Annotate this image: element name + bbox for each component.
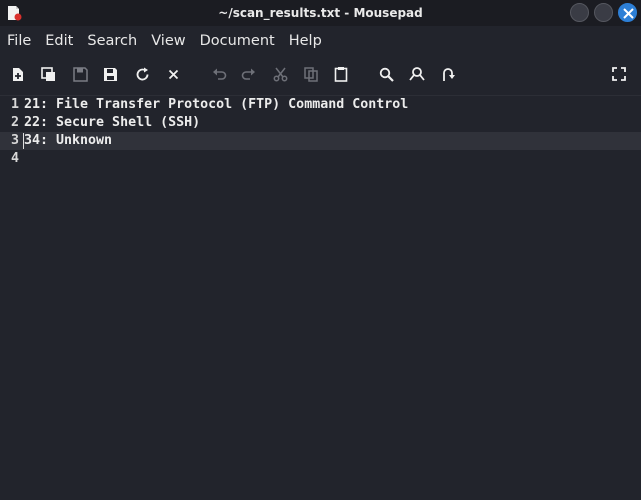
line-number: 1 [11,97,20,112]
toolbar [0,56,641,96]
editor-line-current: 3 34: Unknown [0,132,641,150]
line-number: 3 [11,133,20,148]
save-icon[interactable] [71,65,89,83]
menu-help[interactable]: Help [282,26,329,56]
menu-file[interactable]: File [0,26,38,56]
editor-line: 1 21: File Transfer Protocol (FTP) Comma… [0,96,641,114]
reload-icon[interactable] [133,65,151,83]
title-bar: ~/scan_results.txt - Mousepad [0,0,641,26]
copy-icon[interactable] [302,65,320,83]
window-title: ~/scan_results.txt - Mousepad [218,6,423,20]
line-text[interactable]: 34: Unknown [22,132,112,150]
new-document-icon[interactable] [9,65,27,83]
menu-document[interactable]: Document [193,26,282,56]
editor-line: 4 [0,150,641,168]
go-to-line-icon[interactable] [439,65,457,83]
undo-icon[interactable] [210,65,228,83]
find-replace-icon[interactable] [408,65,426,83]
line-number: 4 [11,151,20,166]
save-as-icon[interactable] [102,65,120,83]
menu-edit[interactable]: Edit [38,26,80,56]
line-text[interactable]: 21: File Transfer Protocol (FTP) Command… [22,96,408,114]
line-number: 2 [11,115,20,130]
line-text[interactable]: 22: Secure Shell (SSH) [22,114,200,132]
new-window-icon[interactable] [39,65,57,83]
fullscreen-icon[interactable] [610,65,628,83]
close-icon [623,8,634,19]
text-cursor [23,133,24,149]
redo-icon[interactable] [239,65,257,83]
menu-view[interactable]: View [144,26,192,56]
menu-search[interactable]: Search [80,26,144,56]
cut-icon[interactable] [271,65,289,83]
text-editor-area[interactable]: 1 21: File Transfer Protocol (FTP) Comma… [0,96,641,500]
maximize-button[interactable] [594,3,613,22]
close-window-button[interactable] [618,3,637,22]
menu-bar: File Edit Search View Document Help [0,26,641,56]
paste-icon[interactable] [332,65,350,83]
minimize-button[interactable] [570,3,589,22]
find-icon[interactable] [377,65,395,83]
editor-line: 2 22: Secure Shell (SSH) [0,114,641,132]
close-document-icon[interactable] [164,65,182,83]
line-text[interactable] [22,150,24,168]
